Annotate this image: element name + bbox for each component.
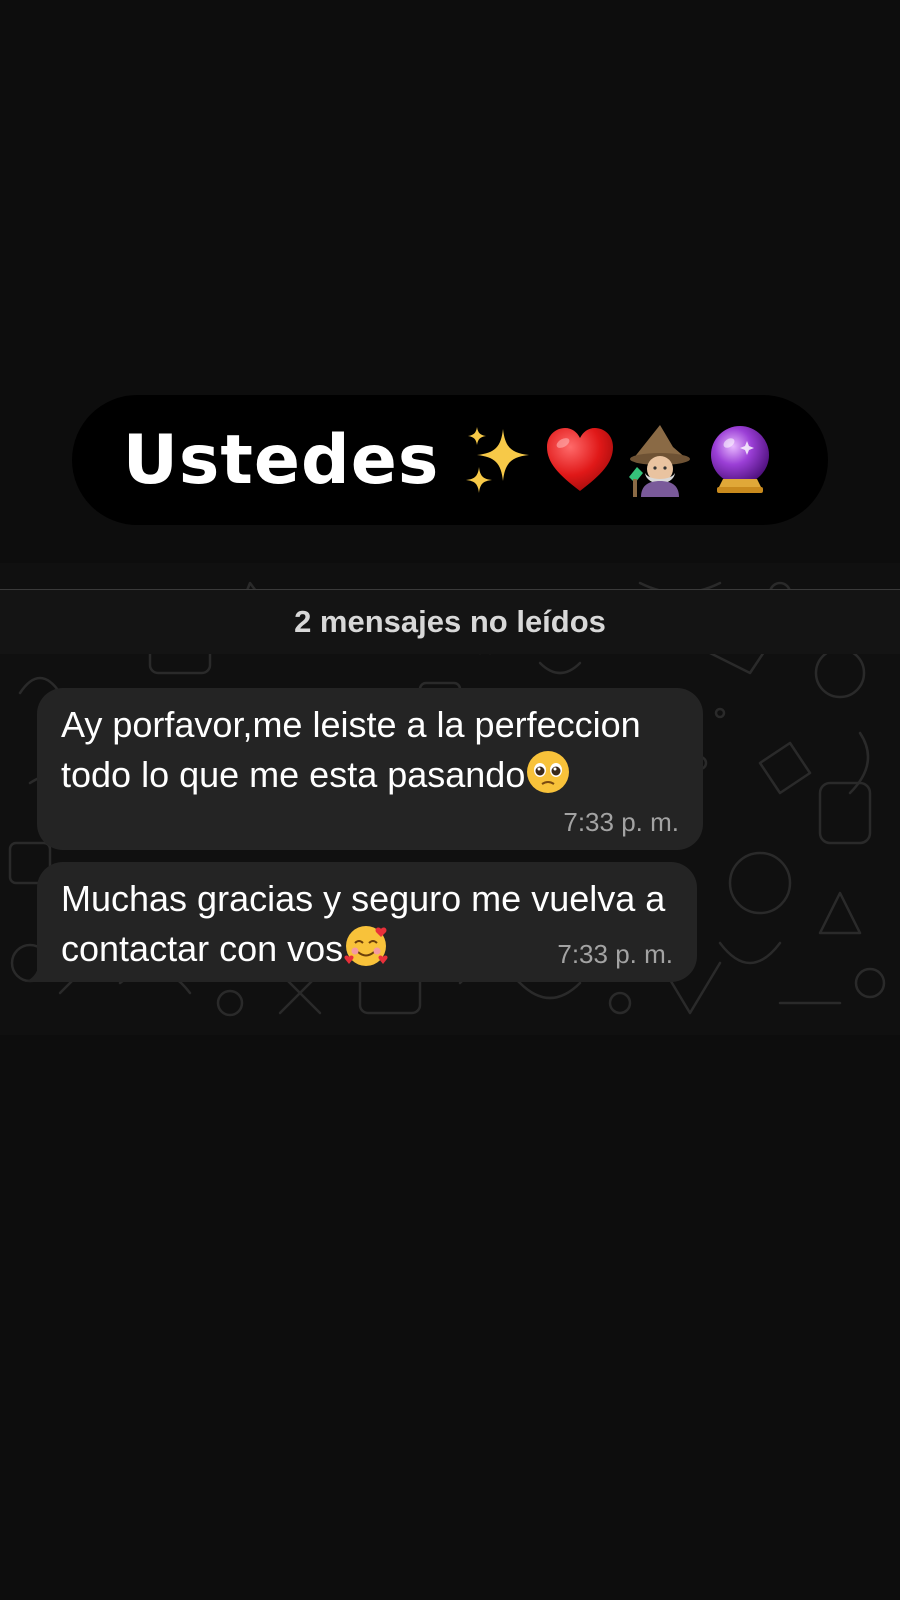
sparkles-icon	[466, 427, 530, 493]
message-bubble[interactable]: Muchas gracias y seguro me vuelva a cont…	[37, 862, 697, 982]
pleading-face-icon	[527, 751, 570, 793]
unread-banner: 2 mensajes no leídos	[0, 590, 900, 654]
message-time: 7:33 p. m.	[557, 939, 673, 969]
mage-icon	[629, 425, 691, 497]
message-bubble[interactable]: Ay porfavor,me leiste a la perfeccion to…	[37, 688, 703, 850]
message-time: 7:33 p. m.	[563, 807, 679, 837]
title-emoji-group	[463, 423, 777, 497]
crystal-ball-icon	[711, 426, 770, 493]
unread-count-label: 2 mensajes no leídos	[294, 604, 606, 639]
bubble-tail	[25, 960, 49, 982]
smiling-face-with-hearts-icon	[344, 926, 388, 966]
story-title: Ustedes	[122, 420, 440, 500]
message-text: Ay porfavor,me leiste a la perfeccion to…	[61, 704, 641, 795]
story-title-pill: Ustedes	[72, 395, 828, 525]
red-heart-icon	[547, 428, 614, 491]
chat-area[interactable]: 2 mensajes no leídos Ay porfavor,me leis…	[0, 563, 900, 1035]
